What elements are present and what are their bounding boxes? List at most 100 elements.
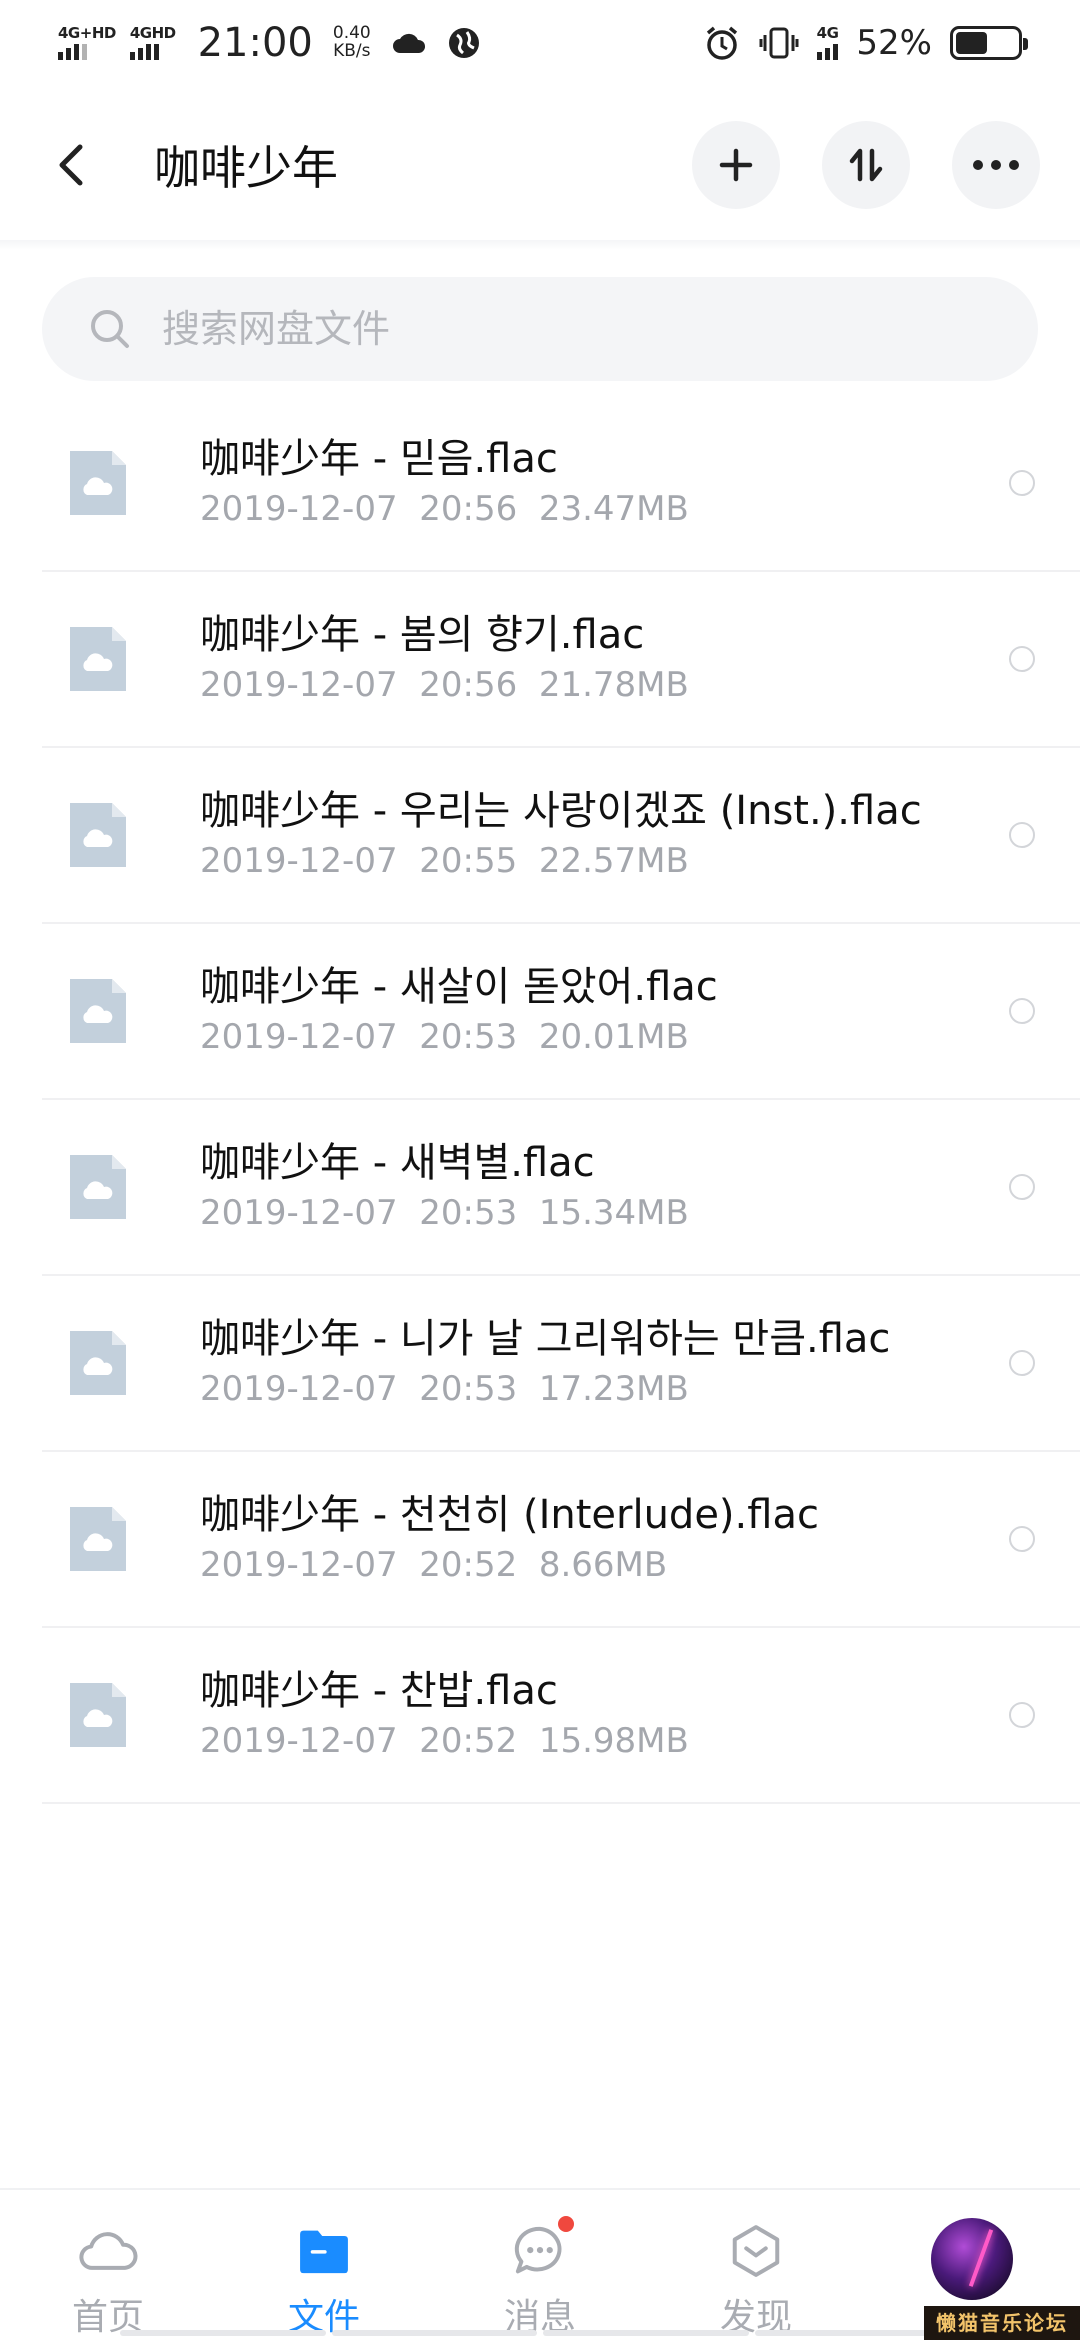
status-right: 4G 52% [703,23,1028,63]
file-name: 咖啡少年 - 봄의 향기.flac [200,612,645,658]
file-date: 2019-12-07 [200,1721,398,1761]
gesture-bar [120,2330,960,2336]
file-cloud-icon [70,1331,126,1395]
file-row[interactable]: 咖啡少年 - 새벽별.flac 2019-12-07 20:53 15.34MB [42,1100,1080,1276]
select-radio[interactable] [1009,470,1035,496]
file-size: 15.98MB [538,1721,689,1761]
globe-icon [448,28,479,58]
file-size: 21.78MB [538,665,689,705]
file-size: 17.23MB [538,1369,689,1409]
notification-badge [558,2216,574,2232]
file-list: 咖啡少年 - 믿음.flac 2019-12-07 20:56 23.47MB 咖啡… [42,396,1080,1804]
status-bar: 4G+HD 4GHD 21:00 0.40 KB/s 4G 52% [0,0,1080,86]
more-button[interactable] [952,121,1040,209]
app-screen: 4G+HD 4GHD 21:00 0.40 KB/s 4G 52% 咖啡少年 搜… [0,0,1080,2340]
select-radio[interactable] [1009,1702,1035,1728]
select-radio[interactable] [1009,1350,1035,1376]
file-cloud-icon [70,979,126,1043]
file-text: 咖啡少年 - 믿음.flac 2019-12-07 20:56 23.47MB [200,434,960,532]
signal-bars-icon [129,44,159,60]
weather-cloud-icon [392,33,425,53]
file-meta: 2019-12-07 20:56 23.47MB [200,486,960,532]
file-cloud-icon [70,451,126,515]
file-row[interactable]: 咖啡少年 - 찬밥.flac 2019-12-07 20:52 15.98MB [42,1628,1080,1804]
nav-messages[interactable]: 消息 [432,2190,648,2340]
cloud-icon [79,2232,138,2270]
battery-percent: 52% [856,23,932,63]
file-text: 咖啡少年 - 니가 날 그리워하는 만큼.flac 2019-12-07 20:5… [200,1314,960,1412]
search-bar[interactable] [42,277,1038,381]
chevron-left-icon [59,144,83,186]
network-speed: 0.40 KB/s [333,24,371,61]
alarm-icon [706,26,737,60]
file-row[interactable]: 咖啡少年 - 우리는 사랑이겠죠 (Inst.).flac 2019-12-07 … [42,748,1080,924]
network-type-2: 4GHD [129,24,176,42]
file-text: 咖啡少年 - 찬밥.flac 2019-12-07 20:52 15.98MB [200,1666,960,1764]
signal-1: 4G+HD [58,26,116,60]
avatar [931,2218,1013,2300]
speed-unit: KB/s [333,41,371,61]
vibrate-icon [759,27,799,59]
page-title: 咖啡少年 [154,141,338,195]
discover-icon [732,2225,780,2277]
file-size: 8.66MB [538,1545,668,1585]
file-cloud-icon [70,1155,126,1219]
watermark: 懒猫音乐论坛 [924,2306,1080,2340]
file-cloud-icon [70,1683,126,1747]
sort-button[interactable] [822,121,910,209]
network-type-1: 4G+HD [58,24,116,42]
file-cloud-icon [70,627,126,691]
file-time: 20:53 [419,1193,518,1233]
file-date: 2019-12-07 [200,665,398,705]
file-time: 20:56 [419,489,518,529]
file-text: 咖啡少年 - 천천히 (Interlude).flac 2019-12-07 20… [200,1490,960,1588]
file-time: 20:55 [419,841,518,881]
select-radio[interactable] [1009,1526,1035,1552]
select-radio[interactable] [1009,646,1035,672]
file-time: 20:52 [419,1721,518,1761]
file-name: 咖啡少年 - 천천히 (Interlude).flac [200,1492,819,1538]
file-size: 20.01MB [538,1017,689,1057]
add-button[interactable] [692,121,780,209]
file-meta: 2019-12-07 20:52 15.98MB [200,1718,960,1764]
file-meta: 2019-12-07 20:56 21.78MB [200,662,960,708]
file-time: 20:53 [419,1369,518,1409]
select-radio[interactable] [1009,998,1035,1024]
file-row[interactable]: 咖啡少年 - 천천히 (Interlude).flac 2019-12-07 20… [42,1452,1080,1628]
file-time: 20:52 [419,1545,518,1585]
file-row[interactable]: 咖啡少年 - 새살이 돋았어.flac 2019-12-07 20:53 20.0… [42,924,1080,1100]
select-radio[interactable] [1009,822,1035,848]
folder-icon [300,2230,348,2274]
header-divider [0,240,1080,250]
signal-2: 4GHD [129,24,176,60]
file-meta: 2019-12-07 20:52 8.66MB [200,1542,960,1588]
file-row[interactable]: 咖啡少年 - 봄의 향기.flac 2019-12-07 20:56 21.78M… [42,572,1080,748]
file-size: 15.34MB [538,1193,689,1233]
file-text: 咖啡少年 - 새벽별.flac 2019-12-07 20:53 15.34MB [200,1138,960,1236]
search-icon [91,310,129,348]
file-time: 20:53 [419,1017,518,1057]
file-date: 2019-12-07 [200,489,398,529]
file-row[interactable]: 咖啡少年 - 니가 날 그리워하는 만큼.flac 2019-12-07 20:5… [42,1276,1080,1452]
nav-discover[interactable]: 发现 [648,2190,864,2340]
file-cloud-icon [70,1507,126,1571]
plus-icon [719,148,753,182]
file-name: 咖啡少年 - 니가 날 그리워하는 만큼.flac [200,1316,891,1362]
file-name: 咖啡少年 - 우리는 사랑이겠죠 (Inst.).flac [200,788,922,834]
nav-files[interactable]: 文件 [216,2190,432,2340]
signal-bars-icon [816,44,838,60]
file-text: 咖啡少年 - 새살이 돋았어.flac 2019-12-07 20:53 20.0… [200,962,960,1060]
sort-icon [849,148,883,182]
file-size: 23.47MB [538,489,689,529]
back-button[interactable] [40,133,104,197]
file-name: 咖啡少年 - 새살이 돋았어.flac [200,964,718,1010]
file-name: 咖啡少年 - 찬밥.flac [200,1668,558,1714]
nav-home[interactable]: 首页 [0,2190,216,2340]
file-row[interactable]: 咖啡少年 - 믿음.flac 2019-12-07 20:56 23.47MB [42,396,1080,572]
search-input[interactable] [162,307,962,351]
file-date: 2019-12-07 [200,1193,398,1233]
signal-bars-icon [58,44,87,60]
file-time: 20:56 [419,665,518,705]
select-radio[interactable] [1009,1174,1035,1200]
file-size: 22.57MB [538,841,689,881]
